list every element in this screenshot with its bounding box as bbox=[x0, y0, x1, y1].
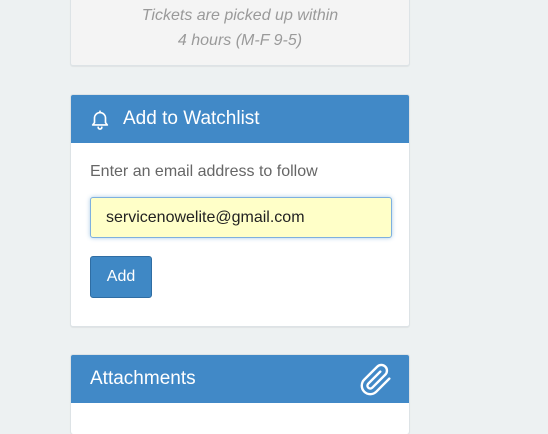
watchlist-body: Enter an email address to follow Add bbox=[71, 143, 409, 318]
watchlist-title: Add to Watchlist bbox=[123, 108, 260, 129]
paperclip-icon[interactable] bbox=[359, 363, 393, 397]
attachments-title: Attachments bbox=[90, 368, 196, 389]
ticket-notice-panel: Tickets are picked up within 4 hours (M-… bbox=[70, 0, 410, 66]
bell-icon bbox=[91, 110, 109, 130]
watchlist-panel: Add to Watchlist Enter an email address … bbox=[70, 94, 410, 327]
add-button[interactable]: Add bbox=[90, 256, 152, 298]
email-field[interactable] bbox=[90, 197, 392, 238]
notice-line-1: Tickets are picked up within bbox=[141, 7, 339, 24]
email-label: Enter an email address to follow bbox=[90, 163, 318, 180]
watchlist-header: Add to Watchlist bbox=[71, 95, 409, 143]
attachments-header: Attachments bbox=[71, 355, 409, 403]
attachments-panel: Attachments bbox=[70, 354, 410, 434]
notice-line-2: 4 hours (M-F 9-5) bbox=[177, 32, 303, 49]
